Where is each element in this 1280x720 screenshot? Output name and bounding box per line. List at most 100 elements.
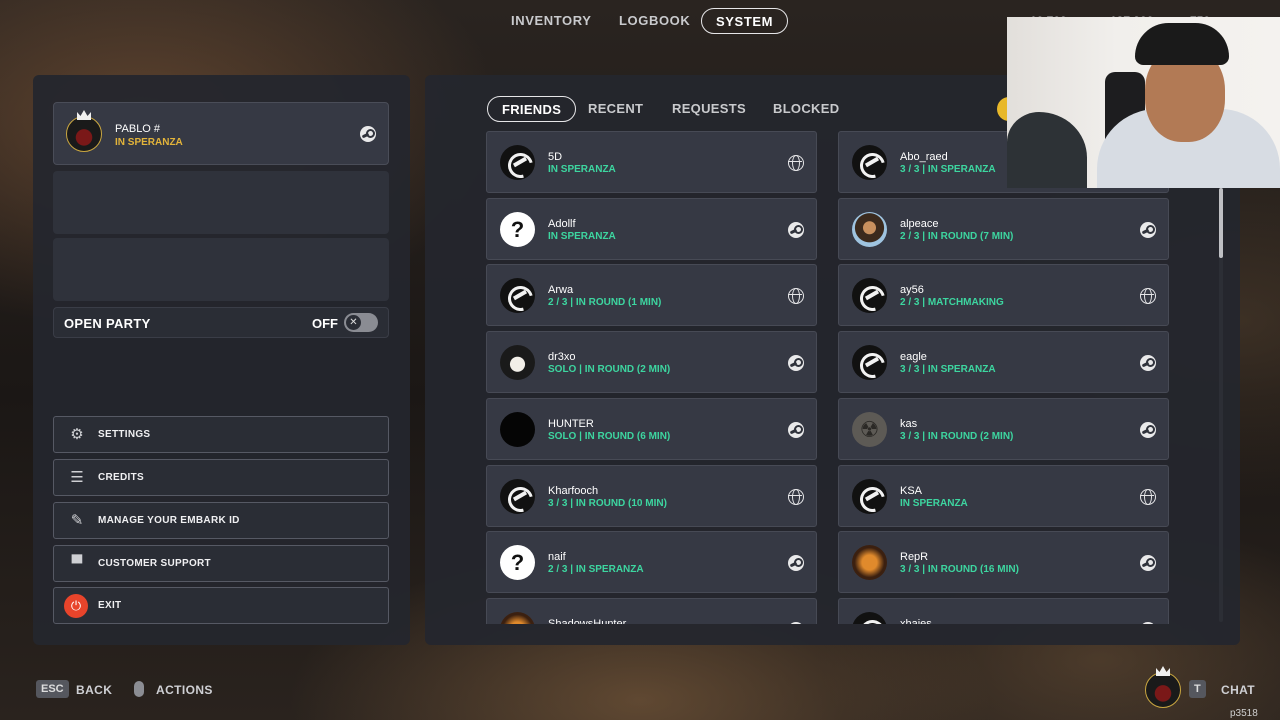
friend-avatar: ? <box>500 211 535 247</box>
tab-logbook[interactable]: LOGBOOK <box>619 8 690 34</box>
steam-icon <box>788 555 804 572</box>
steam-icon <box>1140 621 1156 624</box>
steam-icon <box>788 221 804 238</box>
friend-card[interactable]: xhaies <box>838 597 1169 624</box>
crown-icon <box>1156 666 1170 676</box>
friend-name: naif <box>548 551 566 564</box>
friend-name: kas <box>900 417 918 430</box>
tab-friends[interactable]: FRIENDS <box>487 96 577 122</box>
friend-avatar: ? <box>500 545 535 581</box>
exit-label: EXIT <box>98 600 122 611</box>
tab-system[interactable]: SYSTEM <box>701 8 789 34</box>
friend-status: 3 / 3 | IN ROUND (16 MIN) <box>900 564 1019 576</box>
friend-name: 5D <box>548 151 563 163</box>
cam-hat <box>1135 23 1229 65</box>
friend-avatar <box>852 211 887 247</box>
credits-button[interactable]: ☰ CREDITS <box>53 459 389 496</box>
manage-embark-id-label: MANAGE YOUR EMBARK ID <box>98 515 240 526</box>
friend-card[interactable]: kas3 / 3 | IN ROUND (2 MIN) <box>838 397 1169 460</box>
actions-label: ACTIONS <box>156 683 213 697</box>
friend-avatar <box>500 611 535 624</box>
gear-icon: ⚙ <box>70 426 84 443</box>
self-status: IN SPERANZA <box>115 137 183 148</box>
friend-card[interactable]: ShadowsHunter <box>486 597 817 624</box>
tab-requests[interactable]: REQUESTS <box>672 96 746 122</box>
friend-name: xhaies <box>900 617 932 624</box>
settings-button[interactable]: ⚙ SETTINGS <box>53 416 389 453</box>
friend-avatar <box>852 278 887 314</box>
self-avatar <box>66 110 102 152</box>
friend-name: dr3xo <box>548 351 576 364</box>
empty-party-slot[interactable] <box>53 171 389 234</box>
self-party-card[interactable]: PABLO # IN SPERANZA <box>53 102 389 165</box>
friend-avatar <box>500 145 535 180</box>
friend-name: RepR <box>900 551 929 564</box>
friend-card[interactable]: HUNTER SOLO | IN ROUND (6 MIN) <box>486 397 817 460</box>
friend-card[interactable]: RepR 3 / 3 | IN ROUND (16 MIN) <box>838 531 1169 594</box>
open-party-label: OPEN PARTY <box>64 316 151 331</box>
friend-card[interactable]: KSA IN SPERANZA <box>838 464 1169 527</box>
friend-status: 2 / 3 | MATCHMAKING <box>900 297 1004 309</box>
friend-card[interactable]: alpeace 2 / 3 | IN ROUND (7 MIN) <box>838 197 1169 260</box>
settings-label: SETTINGS <box>98 429 151 440</box>
close-icon: ✕ <box>346 315 361 330</box>
steam-icon <box>1140 355 1156 372</box>
friend-card[interactable]: ay56 2 / 3 | MATCHMAKING <box>838 264 1169 327</box>
chat-bubbles-icon: ▀ <box>71 555 83 572</box>
friends-scrollbar[interactable] <box>1219 188 1223 622</box>
t-key: T <box>1189 680 1206 698</box>
tab-inventory[interactable]: INVENTORY <box>511 8 592 34</box>
esc-key: ESC <box>36 680 69 698</box>
mouse-icon <box>134 681 144 697</box>
tab-blocked[interactable]: BLOCKED <box>773 96 839 122</box>
steam-icon <box>1140 221 1156 238</box>
globe-icon <box>788 155 804 171</box>
friend-status: IN SPERANZA <box>900 497 968 509</box>
friends-list: 5D IN SPERANZA Abo_raed 3 / 3 | IN SPERANZA… <box>486 131 1216 624</box>
steam-icon <box>788 621 804 624</box>
friend-avatar <box>500 345 535 381</box>
friend-name: HUNTER <box>548 417 594 430</box>
user-code: p3518 <box>1230 708 1258 719</box>
globe-icon <box>1140 488 1156 505</box>
friend-name: KSA <box>900 484 923 497</box>
steam-icon <box>1140 421 1156 438</box>
tab-recent[interactable]: RECENT <box>588 96 643 122</box>
friend-name: Kharfooch <box>548 484 599 497</box>
steam-icon <box>788 421 804 438</box>
scrollbar-thumb[interactable] <box>1219 188 1223 258</box>
friend-name: eagle <box>900 351 927 364</box>
friend-name: Adollf <box>548 217 576 230</box>
friend-card[interactable]: ? Adollf IN SPERANZA <box>486 197 817 260</box>
friend-status: 2 / 3 | IN ROUND (7 MIN) <box>900 230 1014 242</box>
chat-avatar-image <box>1145 666 1181 708</box>
manage-embark-id-button[interactable]: ✎ MANAGE YOUR EMBARK ID <box>53 502 389 539</box>
back-label: BACK <box>76 683 113 697</box>
empty-party-slot[interactable] <box>53 238 389 301</box>
friend-card[interactable]: dr3xo SOLO | IN ROUND (2 MIN) <box>486 331 817 394</box>
friend-status: IN SPERANZA <box>548 164 616 175</box>
friend-name: ay56 <box>900 284 924 297</box>
friend-card[interactable]: eagle 3 / 3 | IN SPERANZA <box>838 331 1169 394</box>
friend-status: SOLO | IN ROUND (6 MIN) <box>548 430 671 442</box>
credits-label: CREDITS <box>98 472 144 483</box>
exit-button[interactable]: ⏻ EXIT <box>53 587 389 624</box>
globe-icon <box>1140 288 1156 305</box>
open-party-toggle[interactable]: ✕ <box>344 313 378 332</box>
friend-card[interactable]: Arwa 2 / 3 | IN ROUND (1 MIN) <box>486 264 817 327</box>
friend-status: 3 / 3 | IN ROUND (10 MIN) <box>548 497 667 509</box>
friend-status: 3 / 3 | IN ROUND (2 MIN) <box>900 430 1014 442</box>
crown-icon <box>77 110 91 120</box>
friend-card[interactable]: ? naif 2 / 3 | IN SPERANZA <box>486 531 817 594</box>
customer-support-button[interactable]: ▀ CUSTOMER SUPPORT <box>53 545 389 582</box>
friend-name: ShadowsHunter <box>548 617 627 624</box>
friend-card[interactable]: 5D IN SPERANZA <box>486 131 817 193</box>
friend-avatar <box>852 611 887 624</box>
friend-avatar <box>852 145 887 180</box>
friend-avatar <box>500 411 535 447</box>
steam-icon <box>360 126 376 142</box>
friend-avatar <box>500 278 535 314</box>
cam-object <box>1007 112 1087 188</box>
chat-avatar <box>1145 666 1181 708</box>
friend-card[interactable]: Kharfooch 3 / 3 | IN ROUND (10 MIN) <box>486 464 817 527</box>
